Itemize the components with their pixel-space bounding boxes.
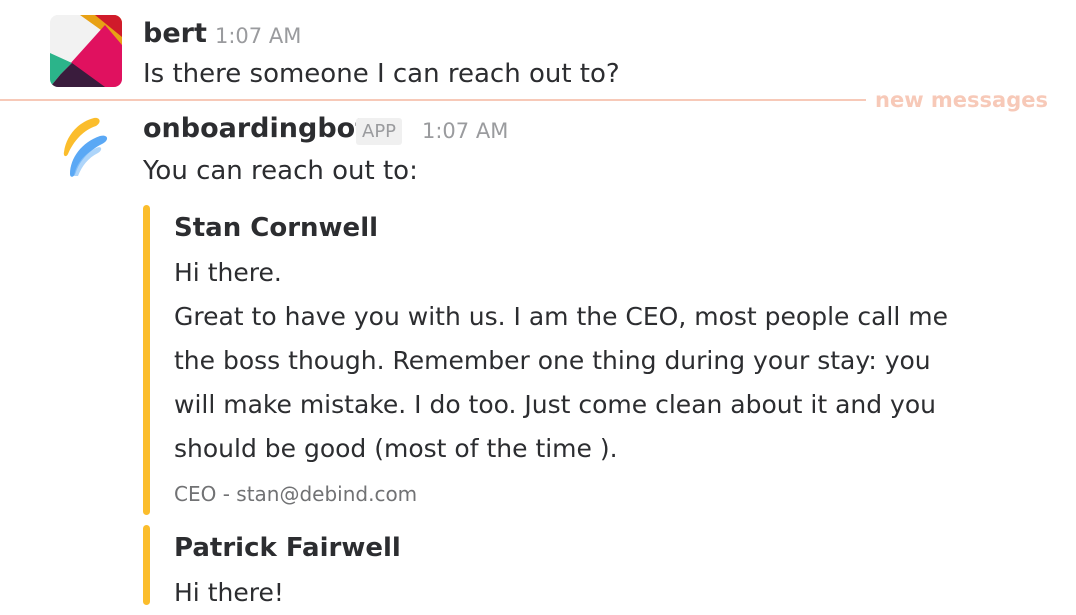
attachment-title: Stan Cornwell <box>174 213 379 243</box>
bot-avatar-icon[interactable] <box>50 110 122 182</box>
attachment-body: Hi there! <box>174 571 974 615</box>
attachment-color-bar <box>143 525 150 605</box>
message-timestamp[interactable]: 1:07 AM <box>422 119 508 143</box>
attachment-line: Hi there. <box>174 258 282 287</box>
attachment-color-bar <box>143 205 150 515</box>
attachment-card: Stan Cornwell Hi there. Great to have yo… <box>143 205 1043 515</box>
attachment-line: should be good (most of the time ). <box>174 434 618 463</box>
app-badge: APP <box>356 118 403 145</box>
attachment-line: Hi there! <box>174 578 284 607</box>
message-text: You can reach out to: <box>143 156 418 186</box>
attachment-line: will make mistake. I do too. Just come c… <box>174 390 936 419</box>
attachment-footer: CEO - stan@debind.com <box>174 482 418 506</box>
attachment-title: Patrick Fairwell <box>174 533 401 563</box>
attachment-line: the boss though. Remember one thing duri… <box>174 346 931 375</box>
attachment-body: Hi there. Great to have you with us. I a… <box>174 251 974 471</box>
message-onboardingbot: onboardingbot APP 1:07 AM You can reach … <box>0 0 1076 607</box>
attachment-card: Patrick Fairwell Hi there! <box>143 525 1043 607</box>
message-author[interactable]: onboardingbot <box>143 113 368 144</box>
attachment-line: Great to have you with us. I am the CEO,… <box>174 302 948 331</box>
